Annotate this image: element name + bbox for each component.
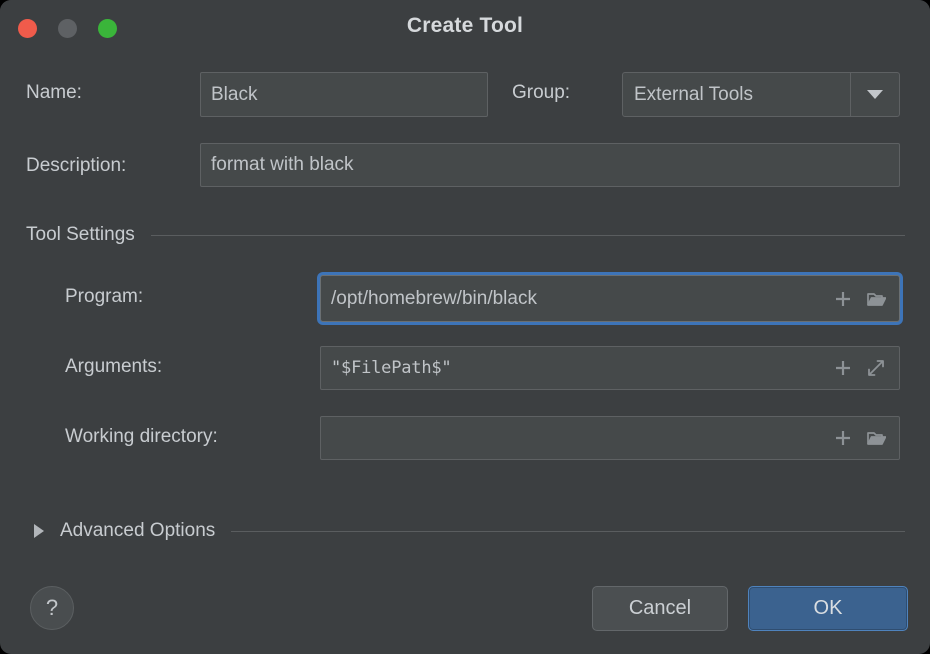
arguments-input-value: "$FilePath$" [331, 358, 452, 378]
chevron-down-icon[interactable] [850, 73, 899, 116]
arguments-input[interactable]: "$FilePath$" [320, 346, 900, 390]
section-divider [150, 234, 905, 236]
advanced-options-title: Advanced Options [60, 520, 216, 541]
title-bar: Create Tool [0, 0, 930, 56]
program-field-icons [833, 289, 899, 309]
disclosure-triangle-icon[interactable] [34, 524, 44, 538]
create-tool-dialog: Create Tool Name: Black Group: External … [0, 0, 930, 654]
open-folder-icon[interactable] [866, 428, 886, 448]
group-label: Group: [512, 82, 571, 103]
section-divider [231, 530, 905, 532]
description-input[interactable]: format with black [200, 143, 900, 187]
tool-settings-section-header: Tool Settings [26, 224, 905, 246]
advanced-options-toggle[interactable]: Advanced Options [34, 520, 905, 542]
group-select-value: External Tools [634, 83, 753, 105]
ok-button[interactable]: OK [748, 586, 908, 631]
tool-settings-title: Tool Settings [26, 224, 135, 245]
arguments-field-icons [833, 358, 899, 378]
name-label: Name: [26, 82, 82, 103]
ok-button-label: OK [813, 597, 843, 619]
program-input[interactable]: /opt/homebrew/bin/black [320, 275, 900, 322]
open-folder-icon[interactable] [866, 289, 886, 309]
cancel-button-label: Cancel [628, 597, 692, 619]
expand-diagonal-icon[interactable] [866, 358, 886, 378]
window-title: Create Tool [406, 14, 524, 37]
description-input-value: format with black [211, 154, 354, 175]
program-label: Program: [65, 286, 144, 307]
cancel-button[interactable]: Cancel [592, 586, 728, 631]
name-input[interactable]: Black [200, 72, 488, 117]
plus-icon[interactable] [833, 358, 853, 378]
group-select[interactable]: External Tools [622, 72, 900, 117]
arguments-label: Arguments: [65, 356, 163, 377]
working-directory-label: Working directory: [65, 426, 218, 447]
help-button[interactable]: ? [30, 586, 74, 630]
working-directory-field-icons [833, 428, 899, 448]
working-directory-input[interactable] [320, 416, 900, 460]
help-button-label: ? [45, 595, 59, 620]
plus-icon[interactable] [833, 428, 853, 448]
name-input-value: Black [211, 83, 258, 105]
program-input-value: /opt/homebrew/bin/black [331, 287, 537, 309]
plus-icon[interactable] [833, 289, 853, 309]
description-label: Description: [26, 155, 127, 176]
